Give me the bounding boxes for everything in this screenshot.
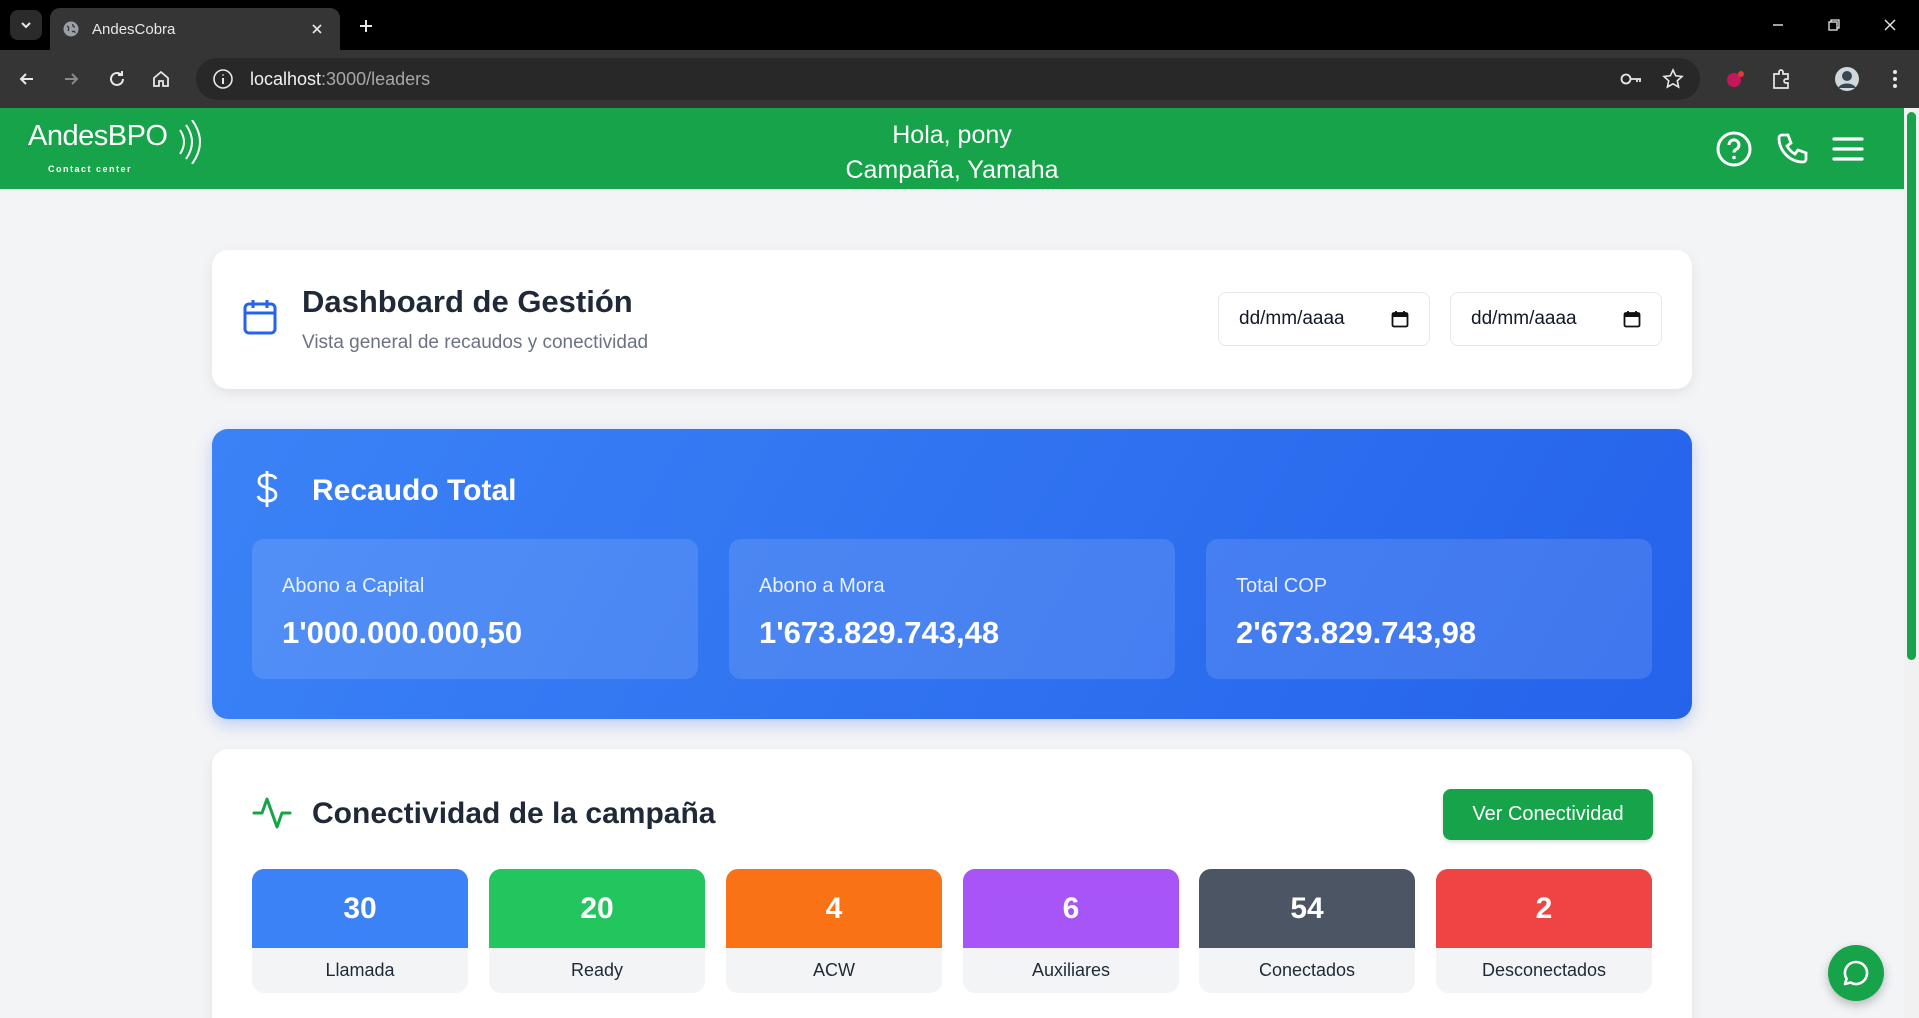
back-button[interactable] — [12, 64, 42, 94]
phone-icon[interactable] — [1771, 128, 1813, 170]
restore-button[interactable] — [1814, 10, 1854, 40]
menu-icon[interactable] — [1827, 128, 1869, 170]
page-scrollbar[interactable] — [1904, 108, 1919, 1018]
stat-desconectados: 2 Desconectados — [1436, 869, 1652, 993]
date-to-placeholder: dd/mm/aaaa — [1471, 308, 1577, 329]
stat-value: 30 — [252, 869, 468, 948]
recaudo-title: Recaudo Total — [312, 474, 517, 507]
total-cop-label: Total COP — [1236, 575, 1328, 597]
chat-icon — [1843, 960, 1869, 986]
total-cop-box: Total COP 2'673.829.743,98 — [1206, 539, 1652, 679]
more-vertical-icon — [1893, 70, 1897, 88]
url-path: :3000/leaders — [321, 68, 431, 89]
arrow-left-icon — [19, 73, 33, 85]
scrollbar-thumb[interactable] — [1907, 112, 1916, 660]
tab-title: AndesCobra — [92, 20, 176, 38]
ver-conectividad-button[interactable]: Ver Conectividad — [1443, 789, 1653, 840]
stat-value: 20 — [489, 869, 705, 948]
stat-llamada: 30 Llamada — [252, 869, 468, 993]
extension-record-button[interactable] — [1720, 64, 1750, 94]
recaudo-total-card: Recaudo Total Abono a Capital 1'000.000.… — [212, 429, 1692, 719]
chat-fab-button[interactable] — [1828, 945, 1884, 1001]
minimize-button[interactable] — [1758, 10, 1798, 40]
home-button[interactable] — [146, 64, 176, 94]
page-title: Dashboard de Gestión — [302, 284, 633, 319]
stat-label: Desconectados — [1481, 960, 1607, 980]
close-tab-icon[interactable] — [306, 18, 328, 40]
abono-mora-label: Abono a Mora — [759, 575, 885, 597]
calendar-picker-icon[interactable] — [1391, 310, 1409, 328]
puzzle-icon — [1773, 69, 1789, 89]
star-icon[interactable] — [1662, 68, 1684, 90]
stat-label: Llamada — [325, 960, 395, 980]
help-circle-icon[interactable] — [1713, 128, 1755, 170]
reload-button[interactable] — [102, 64, 132, 94]
stat-value: 2 — [1436, 869, 1652, 948]
stat-label: Ready — [570, 960, 624, 980]
calendar-picker-icon[interactable] — [1623, 310, 1641, 328]
conectividad-card: Conectividad de la campaña Ver Conectivi… — [212, 749, 1692, 1018]
close-window-button[interactable] — [1870, 10, 1910, 40]
date-from-placeholder: dd/mm/aaaa — [1239, 308, 1345, 329]
key-icon[interactable] — [1620, 71, 1644, 87]
stat-label: ACW — [813, 960, 855, 980]
minimize-icon — [1773, 24, 1783, 26]
globe-icon — [62, 20, 80, 38]
abono-capital-label: Abono a Capital — [282, 575, 425, 597]
tab-search-button[interactable] — [10, 10, 42, 40]
browser-toolbar: localhost:3000/leaders — [0, 50, 1919, 108]
page-subtitle: Vista general de recaudos y conectividad — [302, 332, 649, 353]
plus-icon — [360, 20, 372, 32]
stat-label: Auxiliares — [1031, 960, 1111, 980]
close-icon — [1884, 19, 1896, 31]
address-bar[interactable]: localhost:3000/leaders — [196, 58, 1700, 100]
abono-capital-box: Abono a Capital 1'000.000.000,50 — [252, 539, 698, 679]
abono-mora-box: Abono a Mora 1'673.829.743,48 — [729, 539, 1175, 679]
stat-label: Conectados — [1258, 960, 1356, 980]
url-host: localhost — [250, 68, 322, 89]
stat-ready: 20 Ready — [489, 869, 705, 993]
restore-icon — [1828, 19, 1840, 31]
extensions-button[interactable] — [1766, 64, 1796, 94]
site-info-icon[interactable] — [212, 68, 234, 90]
stat-acw: 4 ACW — [726, 869, 942, 993]
conectividad-title: Conectividad de la campaña — [312, 797, 716, 830]
reload-icon — [110, 71, 124, 86]
browser-tab-bar: AndesCobra — [0, 0, 1919, 50]
calendar-icon — [242, 298, 278, 341]
avatar-icon — [1835, 67, 1859, 91]
new-tab-button[interactable] — [352, 12, 380, 40]
browser-menu-button[interactable] — [1880, 64, 1910, 94]
dashboard-header-card: Dashboard de Gestión Vista general de re… — [212, 250, 1692, 389]
activity-icon — [252, 793, 292, 838]
total-cop-value: 2'673.829.743,98 — [1236, 615, 1477, 650]
app-header: AndesBPO Contact center Hola, pony Campa… — [0, 108, 1904, 189]
abono-mora-value: 1'673.829.743,48 — [759, 615, 1000, 650]
home-icon — [153, 70, 169, 87]
greeting-text: Hola, pony — [892, 121, 1012, 149]
browser-tab[interactable]: AndesCobra — [50, 8, 340, 50]
profile-button[interactable] — [1832, 64, 1862, 94]
date-to-input[interactable]: dd/mm/aaaa — [1450, 292, 1662, 346]
stat-value: 6 — [963, 869, 1179, 948]
stat-conectados: 54 Conectados — [1199, 869, 1415, 993]
arrow-right-icon — [65, 73, 79, 85]
stat-value: 4 — [726, 869, 942, 948]
forward-button[interactable] — [56, 64, 86, 94]
chevron-down-icon — [21, 22, 31, 29]
stat-auxiliares: 6 Auxiliares — [963, 869, 1179, 993]
dollar-icon — [252, 469, 282, 514]
stat-value: 54 — [1199, 869, 1415, 948]
abono-capital-value: 1'000.000.000,50 — [282, 615, 523, 650]
greeting-block: Hola, pony Campaña, Yamaha — [0, 118, 1904, 188]
record-extension-icon — [1727, 71, 1744, 87]
campaign-text: Campaña, Yamaha — [845, 156, 1059, 184]
date-from-input[interactable]: dd/mm/aaaa — [1218, 292, 1430, 346]
